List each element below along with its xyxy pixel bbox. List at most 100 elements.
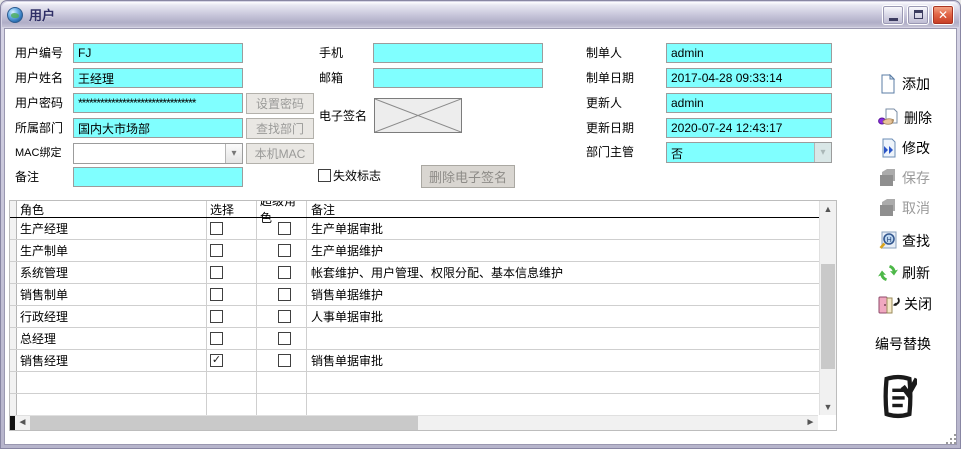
set-password-button[interactable]: 设置密码 xyxy=(246,93,314,114)
selected-checkbox[interactable] xyxy=(210,332,223,345)
cancel-button[interactable]: 取消 xyxy=(878,197,930,219)
remark-input[interactable] xyxy=(73,167,243,187)
horizontal-scrollbar-track[interactable] xyxy=(418,416,803,430)
table-row[interactable]: 销售制单 销售单据维护 xyxy=(10,284,819,306)
department-label: 所属部门 xyxy=(15,118,63,138)
find-button[interactable]: H 查找 xyxy=(878,230,930,252)
dept-head-value: 否 xyxy=(667,143,814,162)
signature-image-placeholder[interactable] xyxy=(374,98,462,133)
table-row[interactable]: 总经理 xyxy=(10,328,819,350)
row-selector xyxy=(10,372,17,393)
department-input[interactable] xyxy=(73,118,243,138)
user-id-input[interactable] xyxy=(73,43,243,63)
super-role-checkbox[interactable] xyxy=(278,332,291,345)
row-selector[interactable] xyxy=(10,262,17,283)
vertical-scrollbar[interactable]: ▲ ▼ xyxy=(819,201,836,415)
delete-button[interactable]: 删除 xyxy=(878,107,932,129)
maximize-button[interactable] xyxy=(907,5,929,25)
update-date-label: 更新日期 xyxy=(586,118,634,138)
super-role-checkbox[interactable] xyxy=(278,288,291,301)
selected-checkbox[interactable] xyxy=(210,244,223,257)
table-row[interactable]: 生产经理 生产单据审批 xyxy=(10,218,819,240)
magnifier-icon: H xyxy=(878,231,898,251)
row-selector[interactable] xyxy=(10,284,17,305)
selected-checkbox[interactable] xyxy=(210,266,223,279)
column-header-selected[interactable]: 选择 xyxy=(207,201,257,217)
cancel-folder-icon xyxy=(878,198,898,218)
notepad-check-icon[interactable] xyxy=(879,372,917,425)
horizontal-scrollbar[interactable]: ◄ ► xyxy=(10,415,818,430)
roles-table: 角色 选择 超级角色 备注 生产经理 生产单据审批 生产制单 生产单据维护 xyxy=(9,200,837,431)
signature-label: 电子签名 xyxy=(319,106,367,126)
horizontal-scrollbar-thumb[interactable] xyxy=(30,416,418,430)
selected-checkbox[interactable] xyxy=(210,310,223,323)
save-button[interactable]: 保存 xyxy=(878,167,930,189)
close-button[interactable]: ✕ xyxy=(932,5,954,25)
row-selector-header xyxy=(10,201,17,217)
row-selector[interactable] xyxy=(10,218,17,239)
table-row[interactable]: 销售经理 ✓ 销售单据审批 xyxy=(10,350,819,372)
dept-head-combobox[interactable]: 否 ▾ xyxy=(666,142,832,163)
find-department-button[interactable]: 查找部门 xyxy=(246,118,314,139)
super-role-checkbox[interactable] xyxy=(278,244,291,257)
mac-label: MAC绑定 xyxy=(15,143,61,163)
row-selector[interactable] xyxy=(10,328,17,349)
mac-dropdown-button[interactable]: ▾ xyxy=(225,144,242,163)
dept-head-dropdown-button[interactable]: ▾ xyxy=(814,143,831,162)
role-cell: 行政经理 xyxy=(17,306,207,327)
save-folder-icon xyxy=(878,168,898,188)
minimize-icon xyxy=(889,18,898,21)
table-row[interactable]: 系统管理 帐套维护、用户管理、权限分配、基本信息维护 xyxy=(10,262,819,284)
resize-grip[interactable] xyxy=(944,432,956,444)
scroll-down-icon[interactable]: ▼ xyxy=(820,399,836,415)
super-role-checkbox[interactable] xyxy=(278,222,291,235)
password-input[interactable] xyxy=(73,93,243,113)
email-input[interactable] xyxy=(373,68,543,88)
modify-button[interactable]: 修改 xyxy=(878,137,930,159)
super-role-checkbox[interactable] xyxy=(278,310,291,323)
creator-label: 制单人 xyxy=(586,43,622,63)
super-role-checkbox[interactable] xyxy=(278,266,291,279)
column-header-super-role[interactable]: 超级角色 xyxy=(257,201,307,217)
mac-value xyxy=(74,144,225,163)
selected-checkbox[interactable] xyxy=(210,288,223,301)
table-row[interactable]: 生产制单 生产单据维护 xyxy=(10,240,819,262)
selected-checkbox[interactable]: ✓ xyxy=(210,354,223,367)
local-mac-button[interactable]: 本机MAC xyxy=(246,143,314,164)
row-selector xyxy=(10,394,17,415)
update-date-input[interactable] xyxy=(666,118,832,138)
dept-head-label: 部门主管 xyxy=(586,142,634,162)
updater-input[interactable] xyxy=(666,93,832,113)
row-selector[interactable] xyxy=(10,306,17,327)
titlebar[interactable]: 用户 ✕ xyxy=(2,2,959,27)
number-replace-button[interactable]: 编号替换 xyxy=(875,334,931,354)
selected-checkbox[interactable] xyxy=(210,222,223,235)
user-name-input[interactable] xyxy=(73,68,243,88)
create-date-input[interactable] xyxy=(666,68,832,88)
close-window-button[interactable]: 关闭 xyxy=(878,293,932,315)
delete-signature-button[interactable]: 删除电子签名 xyxy=(421,165,515,188)
remark-cell: 帐套维护、用户管理、权限分配、基本信息维护 xyxy=(307,262,819,283)
invalid-flag-checkbox[interactable] xyxy=(318,169,331,182)
minimize-button[interactable] xyxy=(882,5,904,25)
remark-cell xyxy=(307,328,819,349)
scroll-right-icon[interactable]: ► xyxy=(803,416,818,430)
close-icon: ✕ xyxy=(938,8,948,22)
scroll-left-icon[interactable]: ◄ xyxy=(15,416,30,430)
row-selector[interactable] xyxy=(10,240,17,261)
vertical-scrollbar-thumb[interactable] xyxy=(821,264,835,369)
table-row[interactable]: 行政经理 人事单据审批 xyxy=(10,306,819,328)
column-header-role[interactable]: 角色 xyxy=(17,201,207,217)
mobile-input[interactable] xyxy=(373,43,543,63)
scroll-up-icon[interactable]: ▲ xyxy=(820,201,836,217)
creator-input[interactable] xyxy=(666,43,832,63)
mac-combobox[interactable]: ▾ xyxy=(73,143,243,164)
column-header-remark[interactable]: 备注 xyxy=(307,201,819,217)
add-button[interactable]: 添加 xyxy=(878,73,930,95)
roles-table-body: 角色 选择 超级角色 备注 生产经理 生产单据审批 生产制单 生产单据维护 xyxy=(10,201,819,415)
remark-cell: 生产单据审批 xyxy=(307,218,819,239)
super-role-checkbox[interactable] xyxy=(278,354,291,367)
refresh-button[interactable]: 刷新 xyxy=(878,262,930,284)
chevron-down-icon: ▾ xyxy=(231,148,236,159)
row-selector[interactable] xyxy=(10,350,17,371)
